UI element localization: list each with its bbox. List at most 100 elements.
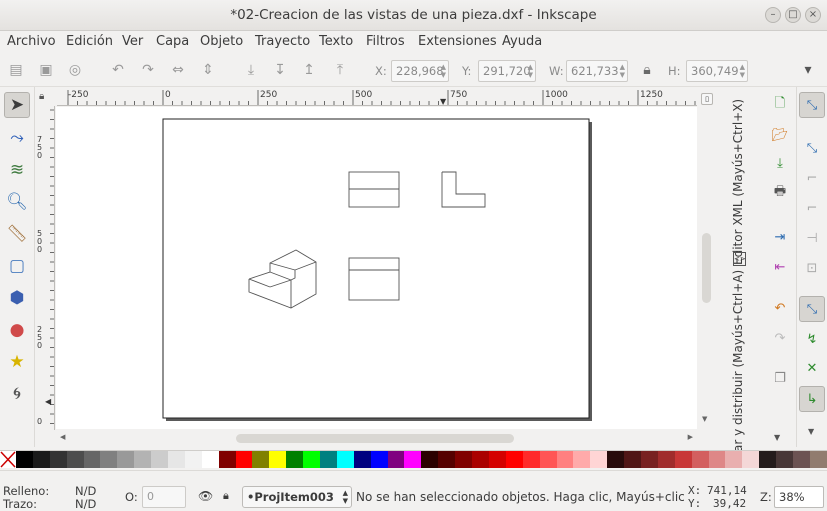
w-spinner-icon[interactable]: ▲ ▼ — [620, 63, 625, 79]
color-swatch[interactable] — [488, 451, 506, 468]
snap-bbox-edge-icon[interactable]: ⌐ — [799, 165, 825, 191]
color-swatch[interactable] — [421, 451, 439, 468]
h-spinner-icon[interactable]: ▲ ▼ — [740, 63, 745, 79]
scroll-left-icon[interactable]: ◀ — [60, 433, 65, 441]
x-spinner-icon[interactable]: ▲ ▼ — [441, 63, 446, 79]
h-field[interactable]: 360,749 ▲ ▼ — [686, 60, 748, 82]
snap-nodes-icon[interactable]: ⤡ — [799, 296, 825, 322]
flip-vertical-icon[interactable]: ⇕ — [197, 59, 219, 81]
raise-icon[interactable]: ↥ — [298, 59, 320, 81]
menu-edicion[interactable]: Edición — [66, 34, 113, 49]
layer-selector[interactable]: •ProjItem003 ▲ ▼ — [242, 486, 352, 508]
snap-intersections-icon[interactable]: ✕ — [799, 355, 825, 381]
color-swatch[interactable] — [269, 451, 287, 468]
selector-tool-icon[interactable]: ➤ — [4, 92, 30, 118]
color-swatch[interactable] — [49, 451, 67, 468]
color-swatch[interactable] — [438, 451, 456, 468]
menu-filtros[interactable]: Filtros — [366, 34, 405, 49]
menu-capa[interactable]: Capa — [156, 34, 189, 49]
color-swatch[interactable] — [83, 451, 101, 468]
menu-archivo[interactable]: Archivo — [7, 34, 56, 49]
close-button[interactable]: × — [805, 7, 821, 23]
color-swatch[interactable] — [455, 451, 473, 468]
stroke-value[interactable]: N/D — [75, 497, 96, 511]
zoom-field[interactable]: 38% — [774, 486, 824, 508]
color-swatch[interactable] — [168, 451, 185, 468]
color-swatch[interactable] — [759, 451, 777, 468]
xml-editor-tab[interactable]: Editor XML (Mayús+Ctrl+X) — [731, 95, 745, 265]
select-all-layers-icon[interactable]: ▣ — [35, 59, 57, 81]
rectangle-tool-icon[interactable]: ▢ — [4, 253, 30, 279]
snap-paths-icon[interactable]: ↯ — [799, 326, 825, 352]
color-swatch[interactable] — [286, 451, 304, 468]
open-file-icon[interactable]: 📂︎ — [767, 122, 793, 148]
export-icon[interactable]: ⇤ — [767, 254, 793, 280]
toolbar-overflow-button[interactable]: ▾ — [797, 59, 819, 81]
color-swatch[interactable] — [539, 451, 557, 468]
color-swatch[interactable] — [556, 451, 574, 468]
y-field[interactable]: 291,720 ▲ ▼ — [478, 60, 536, 82]
snap-bbox-corner-icon[interactable]: ⌐ — [799, 195, 825, 221]
color-swatch[interactable] — [472, 451, 489, 468]
color-swatch[interactable] — [640, 451, 658, 468]
drawing-canvas[interactable] — [56, 107, 697, 429]
color-swatch[interactable] — [184, 451, 202, 468]
color-swatch[interactable] — [792, 451, 810, 468]
color-swatch[interactable] — [117, 451, 135, 468]
import-icon[interactable]: ⇥ — [767, 224, 793, 250]
zoom-tool-icon[interactable]: 🔍︎ — [4, 189, 30, 215]
commands-overflow-icon[interactable]: ▼ — [774, 433, 780, 442]
color-swatch[interactable] — [32, 451, 50, 468]
deselect-icon[interactable]: ◎ — [64, 59, 86, 81]
horizontal-scrollbar[interactable]: ◀ ▶ — [56, 431, 697, 446]
hscroll-thumb[interactable] — [236, 434, 514, 443]
star-tool-icon[interactable]: ★ — [4, 349, 30, 375]
color-swatch[interactable] — [387, 451, 405, 468]
snap-bbox-midpoint-icon[interactable]: ⊣ — [799, 225, 825, 251]
snap-bbox-center-icon[interactable]: ⊡ — [799, 255, 825, 281]
color-swatch[interactable] — [303, 451, 321, 468]
color-swatch[interactable] — [252, 451, 270, 468]
no-paint-swatch[interactable] — [0, 451, 16, 468]
redo-icon[interactable]: ↷ — [767, 325, 793, 351]
menu-extensiones[interactable]: Extensiones — [418, 34, 497, 49]
scroll-right-icon[interactable]: ▶ — [688, 433, 693, 441]
rotate-ccw-icon[interactable]: ↶ — [107, 59, 129, 81]
color-swatch[interactable] — [100, 451, 118, 468]
color-swatch[interactable] — [573, 451, 591, 468]
color-swatch[interactable] — [708, 451, 726, 468]
color-swatch[interactable] — [16, 451, 33, 468]
color-swatch[interactable] — [404, 451, 422, 468]
xml-editor-icon[interactable]: <> — [733, 252, 746, 266]
color-swatch[interactable] — [691, 451, 709, 468]
lock-icon[interactable]: 🔒︎ — [636, 59, 658, 81]
y-spinner-icon[interactable]: ▲ ▼ — [528, 63, 533, 79]
w-field[interactable]: 621,733 ▲ ▼ — [566, 60, 628, 82]
spiral-tool-icon[interactable]: 🌀︎ — [4, 381, 30, 407]
menu-ayuda[interactable]: Ayuda — [502, 34, 542, 49]
color-swatch[interactable] — [505, 451, 523, 468]
new-document-icon[interactable]: 🗋︎ — [767, 92, 793, 118]
align-distribute-tab[interactable]: ar y distribuir (Mayús+Ctrl+A) — [731, 270, 745, 452]
layer-lock-icon[interactable]: 🔒︎ — [223, 489, 229, 503]
color-swatch[interactable] — [725, 451, 743, 468]
color-swatch[interactable] — [201, 451, 219, 468]
snap-cusp-nodes-icon[interactable]: ↳ — [799, 386, 825, 412]
3d-box-tool-icon[interactable]: ⬢ — [4, 285, 30, 311]
snap-bbox-icon[interactable]: ⤡ — [799, 135, 825, 161]
color-swatch[interactable] — [353, 451, 371, 468]
color-swatch[interactable] — [809, 451, 827, 468]
vertical-scrollbar[interactable]: ▯ ▼ — [699, 93, 714, 429]
vertical-ruler[interactable]: 7 5 0 5 0 0 2 5 0 0 ◀ — [35, 106, 55, 430]
vscroll-expand-icon[interactable]: ▯ — [701, 93, 713, 105]
guide-lock-icon[interactable]: 🔒︎ — [39, 91, 44, 102]
horizontal-ruler[interactable]: -250 0 250 500 750 1000 1250 ▼ — [57, 90, 697, 106]
color-swatch[interactable] — [235, 451, 253, 468]
color-swatch[interactable] — [320, 451, 337, 468]
maximize-button[interactable]: □ — [785, 7, 801, 23]
tweak-tool-icon[interactable]: ≋ — [4, 157, 30, 183]
fill-value[interactable]: N/D — [75, 484, 96, 498]
color-swatch[interactable] — [522, 451, 540, 468]
color-swatch[interactable] — [590, 451, 608, 468]
color-swatch[interactable] — [218, 451, 236, 468]
